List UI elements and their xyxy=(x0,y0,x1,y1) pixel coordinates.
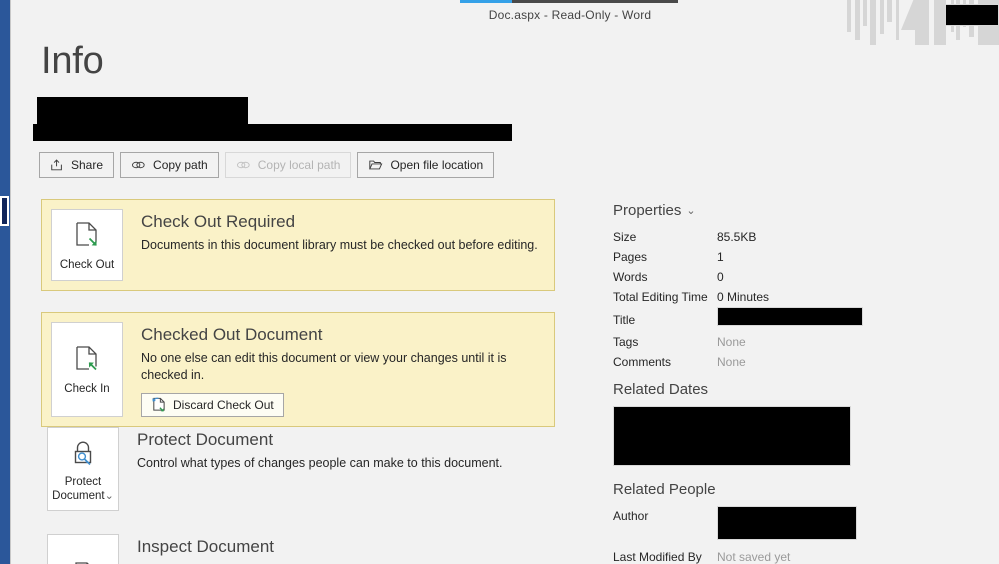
property-value[interactable]: 1 xyxy=(717,247,724,267)
backstage-nav-rail[interactable] xyxy=(0,0,11,564)
protect-document-tile-line2: Document xyxy=(52,489,105,502)
document-check-out-icon xyxy=(72,219,102,253)
property-row: Pages 1 xyxy=(613,247,913,267)
related-dates-heading: Related Dates xyxy=(613,381,913,398)
window-title: Doc.aspx - Read-Only - Word xyxy=(488,8,652,22)
open-file-location-label: Open file location xyxy=(390,158,484,172)
file-action-toolbar: Share Copy path Copy local path Open fil… xyxy=(39,152,495,178)
related-people-key: Last Modified By xyxy=(613,550,702,564)
related-people-value-author[interactable] xyxy=(717,506,857,543)
check-out-tile-button[interactable]: Check Out xyxy=(51,209,123,281)
discard-check-out-label: Discard Check Out xyxy=(173,398,274,412)
check-out-required-description: Documents in this document library must … xyxy=(141,238,538,252)
titlebar-accent-blue xyxy=(460,0,512,3)
share-button-label: Share xyxy=(71,158,104,172)
document-inspect-icon xyxy=(67,559,99,564)
property-row: Size 85.5KB xyxy=(613,227,913,247)
inspect-document-tile-button[interactable] xyxy=(47,534,119,564)
check-out-tile-label: Check Out xyxy=(59,258,115,271)
section-check-out-required: Check Out Check Out Required Documents i… xyxy=(41,199,555,291)
property-value-title[interactable] xyxy=(717,307,863,332)
property-key: Comments xyxy=(613,355,672,369)
properties-heading[interactable]: Properties ⌄ xyxy=(613,202,913,219)
word-info-backstage: Doc.aspx - Read-Only - Word Info Share C… xyxy=(0,0,999,564)
copy-path-button[interactable]: Copy path xyxy=(120,152,219,178)
share-button[interactable]: Share xyxy=(39,152,115,178)
redaction-block-author xyxy=(717,506,857,540)
related-people-row: Last Modified By Not saved yet xyxy=(613,547,913,564)
section-inspect-document: Inspect Document Before publishing this … xyxy=(41,525,555,564)
protect-document-tile-line1: Protect xyxy=(64,475,102,488)
discard-check-out-icon xyxy=(151,396,166,415)
property-key: Total Editing Time xyxy=(613,290,708,304)
related-people-list: Author Last Modified By Not saved yet xyxy=(613,506,913,564)
property-value[interactable]: None xyxy=(717,352,746,372)
property-value[interactable]: 0 Minutes xyxy=(717,287,769,307)
related-people-row: Author xyxy=(613,506,913,543)
copy-local-path-label: Copy local path xyxy=(257,158,341,172)
property-key: Pages xyxy=(613,250,648,264)
chevron-down-icon: ⌄ xyxy=(686,205,696,217)
lock-key-icon xyxy=(67,436,99,470)
related-dates-heading-label: Related Dates xyxy=(613,381,709,398)
check-in-tile-button[interactable]: Check In xyxy=(51,322,123,417)
protect-document-tile-label: Protect Document⌄ xyxy=(52,475,114,503)
inspect-document-heading: Inspect Document xyxy=(137,537,275,556)
check-in-tile-label: Check In xyxy=(64,383,110,395)
related-people-key: Author xyxy=(613,509,649,523)
section-protect-document: Protect Document⌄ Protect Document Contr… xyxy=(41,418,555,520)
section-checked-out-document: Check In Checked Out Document No one els… xyxy=(41,312,555,427)
copy-local-path-button[interactable]: Copy local path xyxy=(224,152,352,178)
protect-document-tile-button[interactable]: Protect Document⌄ xyxy=(47,427,119,511)
property-row: Title xyxy=(613,307,913,332)
redaction-block-title xyxy=(717,307,863,326)
properties-list: Size 85.5KB Pages 1 Words 0 Total Editin… xyxy=(613,227,913,372)
open-folder-icon xyxy=(368,158,383,172)
checked-out-document-heading: Checked Out Document xyxy=(141,325,323,344)
checked-out-document-description: No one else can edit this document or vi… xyxy=(141,351,507,382)
chevron-down-icon: ⌄ xyxy=(104,489,114,502)
protect-document-description: Control what types of changes people can… xyxy=(137,456,503,470)
sidebar-item-info-selected[interactable] xyxy=(0,196,9,226)
copy-path-label: Copy path xyxy=(153,158,208,172)
document-check-in-icon xyxy=(72,343,102,377)
property-key: Tags xyxy=(613,335,639,349)
property-row: Words 0 xyxy=(613,267,913,287)
link-icon xyxy=(131,158,146,172)
property-value[interactable]: 0 xyxy=(717,267,724,287)
discard-check-out-button[interactable]: Discard Check Out xyxy=(141,393,284,417)
property-key: Title xyxy=(613,312,636,327)
redaction-block-related-dates xyxy=(613,406,851,466)
properties-panel: Properties ⌄ Size 85.5KB Pages 1 Words 0… xyxy=(613,202,913,372)
properties-heading-label: Properties xyxy=(613,202,682,219)
protect-document-heading: Protect Document xyxy=(137,430,274,449)
related-people-panel: Related People Author Last Modified By N… xyxy=(613,481,913,564)
page-title: Info xyxy=(41,40,104,82)
property-row: Total Editing Time 0 Minutes xyxy=(613,287,913,307)
property-row: Tags None xyxy=(613,332,913,352)
share-icon xyxy=(50,158,64,172)
check-out-required-heading: Check Out Required xyxy=(141,212,296,231)
redaction-block-filepath xyxy=(33,124,512,141)
related-people-heading-label: Related People xyxy=(613,481,716,498)
titlebar-accent-gray xyxy=(512,0,678,3)
property-key: Size xyxy=(613,230,637,244)
open-file-location-button[interactable]: Open file location xyxy=(357,152,495,178)
link-icon xyxy=(236,158,251,172)
title-bar: Doc.aspx - Read-Only - Word xyxy=(0,0,999,30)
related-people-value: Not saved yet xyxy=(717,550,791,564)
related-dates-panel: Related Dates xyxy=(613,381,913,471)
property-key: Words xyxy=(613,270,648,284)
related-people-heading: Related People xyxy=(613,481,913,498)
property-value[interactable]: None xyxy=(717,332,746,352)
property-value[interactable]: 85.5KB xyxy=(717,227,756,247)
property-row: Comments None xyxy=(613,352,913,372)
